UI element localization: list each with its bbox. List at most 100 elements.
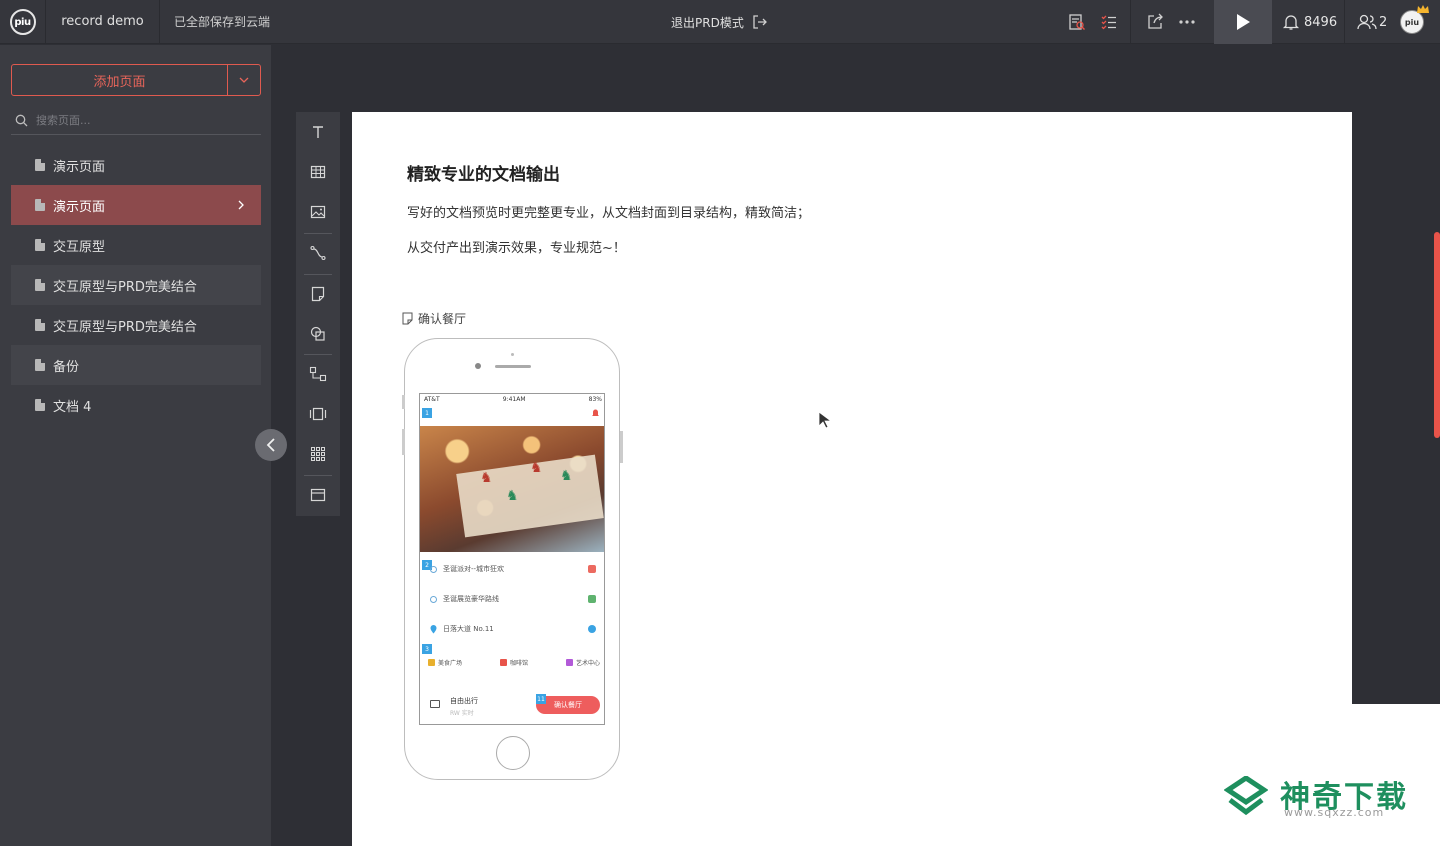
chevron-down-icon bbox=[239, 77, 249, 83]
connector-tool[interactable] bbox=[296, 233, 340, 273]
project-name[interactable]: record demo bbox=[46, 0, 160, 44]
checklist-icon[interactable] bbox=[1098, 11, 1120, 33]
list-item-label: 日落大道 No.11 bbox=[443, 625, 494, 633]
share-icon[interactable] bbox=[1144, 11, 1166, 33]
time-label: 9:41AM bbox=[502, 395, 526, 403]
shapes-tool[interactable] bbox=[296, 314, 340, 354]
exit-icon bbox=[753, 15, 767, 29]
bag-icon bbox=[430, 700, 440, 708]
page-search bbox=[11, 107, 261, 135]
collaborators-button[interactable]: 2 bbox=[1357, 0, 1387, 44]
page-item-label: 交互原型与PRD完美结合 bbox=[53, 279, 197, 295]
page-icon bbox=[35, 159, 45, 171]
doc-paragraph[interactable]: 从交付产出到演示效果，专业规范~！ bbox=[407, 237, 626, 256]
add-page-control: 添加页面 bbox=[11, 64, 261, 96]
page-list: 演示页面 演示页面 交互原型 交互原型与PRD完美结合 交互原型与PRD完美结合… bbox=[11, 145, 261, 425]
category-item[interactable]: 咖啡馆 bbox=[499, 658, 528, 667]
category-item[interactable]: 艺术中心 bbox=[565, 658, 600, 667]
bus-icon bbox=[588, 595, 596, 603]
exit-prd-button[interactable]: 退出PRD模式 bbox=[671, 0, 768, 44]
hero-image: ♞ ♞ ♞ ♞ bbox=[420, 426, 604, 552]
list-item[interactable]: 圣诞展览豪华路线 bbox=[430, 592, 598, 606]
grid-tool[interactable] bbox=[296, 434, 340, 474]
app-logo[interactable]: piu bbox=[0, 0, 46, 44]
chevron-left-icon bbox=[266, 438, 275, 452]
phone-sensor bbox=[511, 353, 514, 356]
image-tool[interactable] bbox=[296, 192, 340, 232]
battery-label: 83% bbox=[588, 395, 602, 403]
scrollbar-thumb[interactable] bbox=[1434, 232, 1440, 438]
chevron-right-icon[interactable] bbox=[237, 199, 245, 211]
page-item[interactable]: 交互原型与PRD完美结合 bbox=[11, 265, 261, 305]
deer-decoration: ♞ bbox=[506, 488, 519, 504]
note-tool[interactable] bbox=[296, 274, 340, 314]
table-icon bbox=[310, 165, 326, 179]
add-page-button[interactable]: 添加页面 bbox=[12, 65, 228, 95]
collapse-sidebar-button[interactable] bbox=[255, 429, 287, 461]
hotspot-badge[interactable]: 1 bbox=[422, 408, 432, 418]
carrier-label: AT&T bbox=[424, 395, 440, 403]
save-status: 已全部保存到云端 bbox=[174, 15, 271, 29]
list-item[interactable]: 日落大道 No.11 bbox=[430, 622, 598, 636]
users-icon bbox=[1357, 14, 1377, 30]
text-icon bbox=[313, 126, 323, 138]
page-item[interactable]: 交互原型 bbox=[11, 225, 261, 265]
doc-preview-icon[interactable] bbox=[1066, 11, 1088, 33]
toolbar-divider bbox=[1130, 0, 1131, 44]
flow-tool[interactable] bbox=[296, 354, 340, 394]
page-item[interactable]: 文档 4 bbox=[11, 385, 261, 425]
phone-mockup[interactable]: AT&T 9:41AM 83% 1 ♞ ♞ ♞ ♞ 2 圣诞派对--城市狂欢 圣… bbox=[402, 338, 623, 780]
page-item-label: 文档 4 bbox=[53, 399, 92, 415]
page-reference[interactable]: 确认餐厅 bbox=[402, 310, 466, 327]
bell-icon bbox=[592, 409, 599, 416]
phone-screen: AT&T 9:41AM 83% 1 ♞ ♞ ♞ ♞ 2 圣诞派对--城市狂欢 圣… bbox=[419, 393, 605, 725]
shapes-icon bbox=[310, 326, 325, 341]
page-item[interactable]: 备份 bbox=[11, 345, 261, 385]
list-item[interactable]: 圣诞派对--城市狂欢 bbox=[430, 562, 598, 576]
grid-icon bbox=[311, 447, 325, 461]
container-tool[interactable] bbox=[296, 475, 340, 515]
hotspot-badge[interactable]: 3 bbox=[422, 644, 432, 654]
phone-bottom-bar: 自由出行 RW 实时 确认餐厅 11 bbox=[420, 690, 604, 724]
coffee-icon bbox=[499, 659, 507, 666]
hotspot-badge[interactable]: 11 bbox=[536, 694, 546, 704]
cursor-icon bbox=[818, 411, 832, 429]
phone-status-bar: AT&T 9:41AM 83% bbox=[420, 394, 604, 404]
page-item-label: 交互原型 bbox=[53, 239, 106, 255]
circle-icon bbox=[430, 595, 437, 603]
notifications-button[interactable]: 8496 bbox=[1282, 0, 1337, 44]
page-item[interactable]: 交互原型与PRD完美结合 bbox=[11, 305, 261, 345]
phone-camera bbox=[475, 363, 481, 369]
note-icon bbox=[311, 286, 325, 302]
table-tool[interactable] bbox=[296, 152, 340, 192]
doc-paragraph[interactable]: 写好的文档预览时更完整更专业，从文档封面到目录结构，精致简洁； bbox=[407, 202, 810, 221]
page-icon bbox=[35, 359, 45, 371]
more-icon[interactable] bbox=[1176, 11, 1198, 33]
page-item-label: 备份 bbox=[53, 359, 80, 375]
category-item[interactable]: 美食广场 bbox=[428, 658, 462, 667]
deer-decoration: ♞ bbox=[530, 460, 543, 476]
category-row: 美食广场 咖啡馆 艺术中心 bbox=[428, 658, 600, 667]
bell-icon bbox=[1282, 15, 1300, 30]
tool-palette bbox=[296, 112, 340, 516]
doc-title[interactable]: 精致专业的文档输出 bbox=[407, 160, 560, 185]
page-item[interactable]: 演示页面 bbox=[11, 145, 261, 185]
search-input[interactable] bbox=[36, 114, 236, 127]
play-button[interactable] bbox=[1214, 0, 1272, 44]
carousel-icon bbox=[309, 407, 327, 421]
phone-speaker bbox=[495, 365, 531, 368]
page-item-active[interactable]: 演示页面 bbox=[11, 185, 261, 225]
phone-side-button bbox=[402, 429, 405, 455]
page-icon bbox=[35, 199, 45, 211]
trip-label: 自由出行 bbox=[450, 697, 478, 705]
add-page-dropdown[interactable] bbox=[228, 65, 260, 95]
exit-prd-label: 退出PRD模式 bbox=[671, 15, 744, 30]
page-icon bbox=[35, 279, 45, 291]
category-label: 艺术中心 bbox=[575, 660, 600, 667]
watermark-url: www.sqxzz.com bbox=[1284, 806, 1385, 819]
compass-icon bbox=[588, 625, 596, 633]
search-icon bbox=[15, 114, 28, 127]
text-tool[interactable] bbox=[296, 112, 340, 152]
document-canvas[interactable]: 精致专业的文档输出 写好的文档预览时更完整更专业，从文档封面到目录结构，精致简洁… bbox=[352, 112, 1352, 846]
carousel-tool[interactable] bbox=[296, 394, 340, 434]
